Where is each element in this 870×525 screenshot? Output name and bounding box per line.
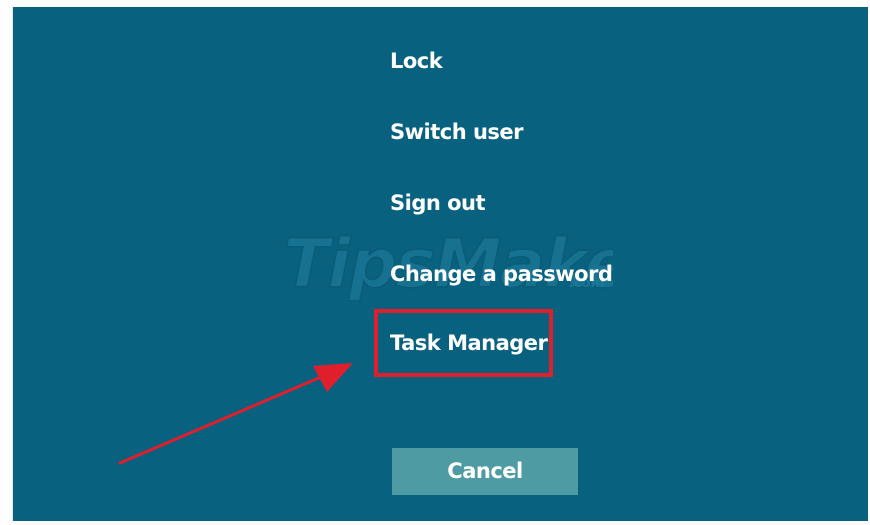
arrow-head [313,363,353,392]
ctrl-alt-del-screen: TipsMake .com Lock Switch user Sign out … [12,7,868,521]
cancel-button[interactable]: Cancel [392,448,578,495]
arrow-shaft [118,375,323,465]
lock-menu-item[interactable]: Lock [390,41,443,81]
screenshot-frame: TipsMake .com Lock Switch user Sign out … [0,0,870,525]
switch-user-menu-item[interactable]: Switch user [390,112,524,152]
change-password-menu-item[interactable]: Change a password [390,254,613,294]
sign-out-menu-item[interactable]: Sign out [390,183,486,223]
task-manager-menu-item[interactable]: Task Manager [390,323,548,363]
